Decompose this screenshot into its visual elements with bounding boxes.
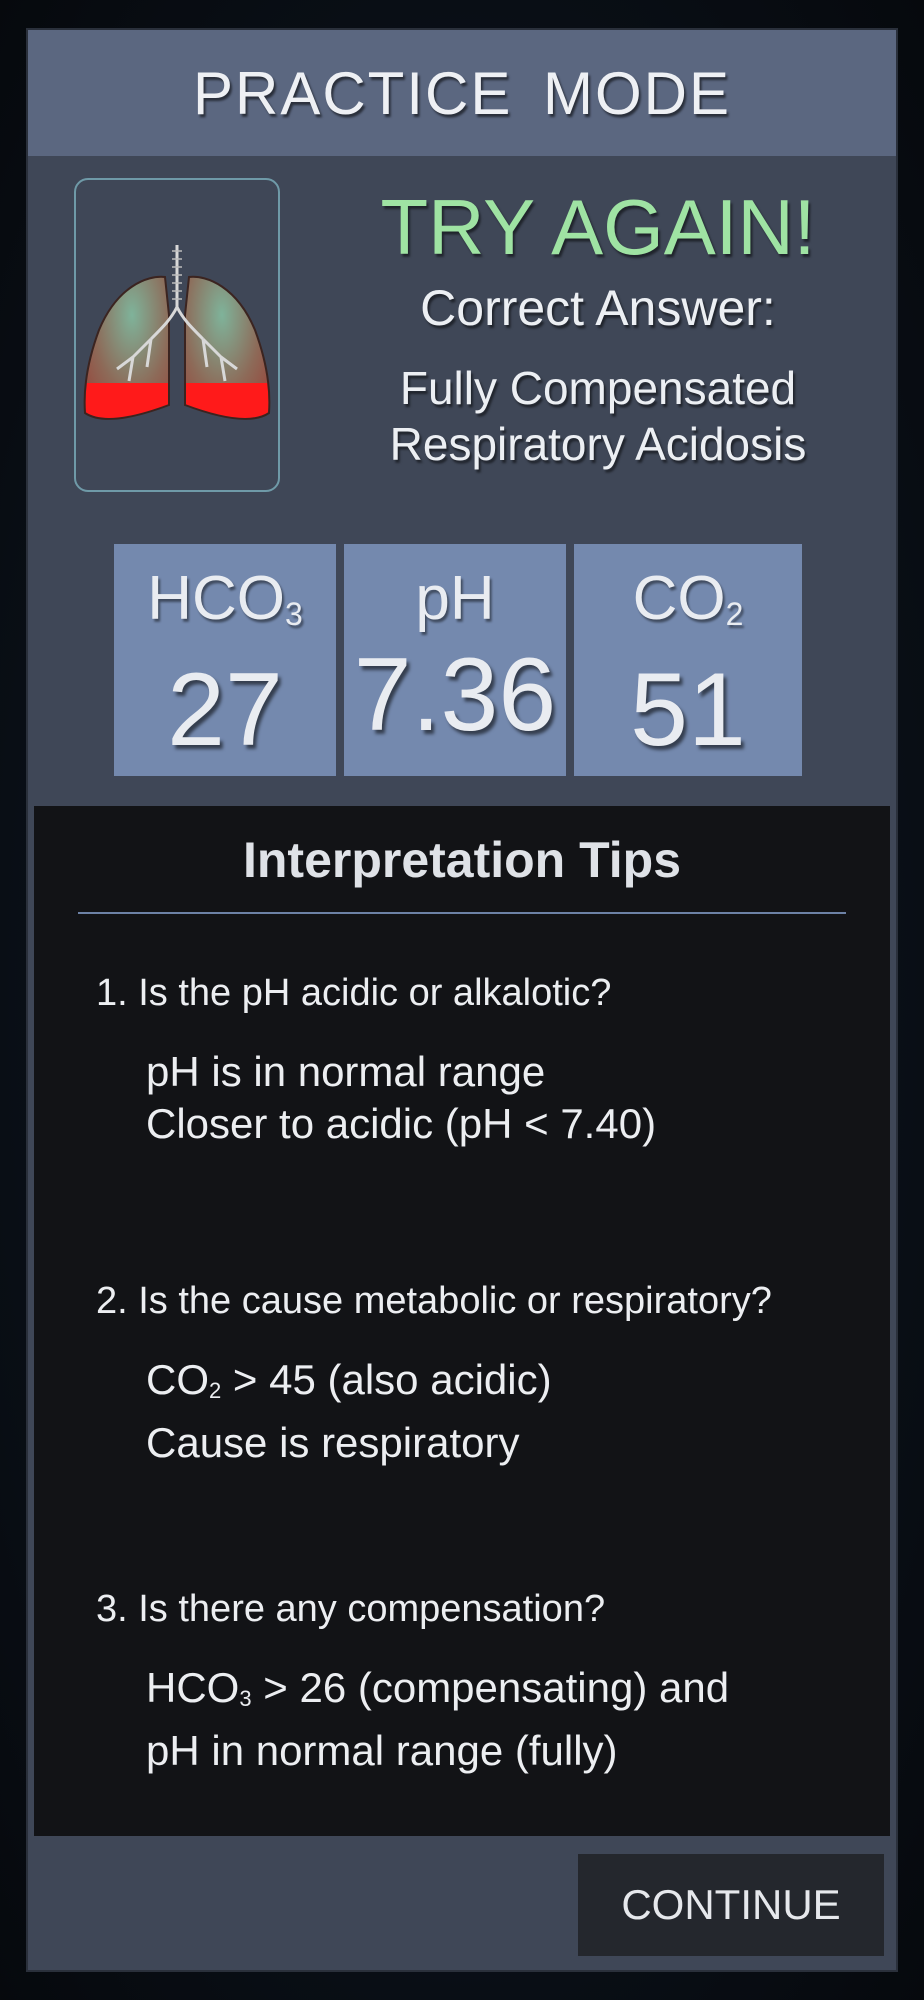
tip-answer-line: Closer to acidic (pH < 7.40) — [146, 1100, 657, 1147]
hco3-label: HCO3 — [147, 564, 303, 633]
correct-answer-text: Fully Compensated Respiratory Acidosis — [328, 360, 868, 472]
tip-2: 2. Is the cause metabolic or respiratory… — [96, 1278, 772, 1469]
ph-value: 7.36 — [353, 637, 557, 753]
tip-answer: pH is in normal range Closer to acidic (… — [146, 1046, 656, 1150]
ph-card: pH 7.36 — [344, 544, 566, 776]
tips-divider — [78, 912, 846, 914]
tip-answer-line: CO2 > 45 (also acidic) — [146, 1356, 552, 1403]
tip-answer-line: pH in normal range (fully) — [146, 1727, 618, 1774]
lungs-icon — [83, 245, 271, 420]
page-title: PRACTICE MODE — [192, 59, 732, 127]
answer-line-2: Respiratory Acidosis — [389, 418, 807, 470]
interpretation-tips-panel: Interpretation Tips 1. Is the pH acidic … — [34, 806, 890, 1836]
tip-question: 3. Is there any compensation? — [96, 1588, 606, 1630]
hco3-card: HCO3 27 — [114, 544, 336, 776]
result-modal: PRACTICE MODE TRY AGAIN! Correct Answer:… — [28, 30, 896, 1970]
modal-footer: CONTINUE — [28, 1840, 896, 1970]
abg-values: HCO3 27 pH 7.36 CO2 51 — [114, 544, 802, 776]
correct-answer-label: Correct Answer: — [420, 280, 776, 336]
tip-answer-line: pH is in normal range — [146, 1048, 546, 1095]
result-area: TRY AGAIN! Correct Answer: Fully Compens… — [328, 178, 868, 472]
tip-answer: HCO3 > 26 (compensating) and pH in norma… — [146, 1662, 729, 1777]
co2-label: CO2 — [632, 564, 744, 633]
ph-label: pH — [415, 564, 495, 633]
tip-3: 3. Is there any compensation? HCO3 > 26 … — [96, 1586, 729, 1777]
hco3-value: 27 — [167, 652, 283, 768]
tip-1: 1. Is the pH acidic or alkalotic? pH is … — [96, 970, 656, 1150]
lung-illustration-card — [74, 178, 280, 492]
modal-header: PRACTICE MODE — [28, 30, 896, 156]
co2-card: CO2 51 — [574, 544, 802, 776]
tip-question: 2. Is the cause metabolic or respiratory… — [96, 1280, 772, 1322]
continue-button[interactable]: CONTINUE — [578, 1854, 884, 1956]
verdict-text: TRY AGAIN! — [380, 183, 816, 271]
tip-answer-line: Cause is respiratory — [146, 1419, 520, 1466]
tips-title: Interpretation Tips — [242, 832, 681, 888]
tip-answer-line: HCO3 > 26 (compensating) and — [146, 1664, 730, 1711]
tip-question: 1. Is the pH acidic or alkalotic? — [96, 972, 612, 1014]
co2-value: 51 — [630, 652, 746, 768]
tip-answer: CO2 > 45 (also acidic) Cause is respirat… — [146, 1354, 772, 1469]
answer-line-1: Fully Compensated — [399, 362, 797, 414]
